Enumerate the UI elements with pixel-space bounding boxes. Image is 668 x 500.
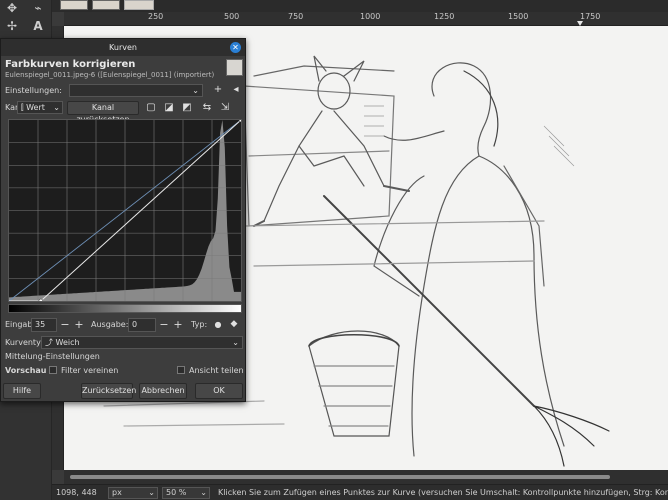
dialog-subheading: Eulenspiegel_0011.jpeg-6 ([Eulenspiegel_… [5,71,215,79]
reset-channel-button[interactable]: Kanal zurücksetzen [67,101,139,124]
presets-combo[interactable]: ⌄ [69,84,203,97]
ruler-label: 1750 [580,12,601,21]
move-icon[interactable]: ✢ [4,18,20,34]
image-tabs [52,0,668,12]
chevron-down-icon: ⌄ [148,488,155,497]
chevron-down-icon: ⌄ [232,338,239,347]
curve-graph [8,117,244,304]
scrollbar-thumb[interactable] [70,475,610,479]
merge-filter-checkbox[interactable] [49,366,57,374]
dialog-titlebar[interactable]: Kurven ✕ [1,39,245,56]
ruler-label: 1500 [508,12,529,21]
split-view-label: Ansicht teilen [189,366,244,375]
help-button[interactable]: Hilfe [3,383,41,399]
curve-linear-icon[interactable]: ◩ [180,101,194,115]
output-decrement-button[interactable]: − [158,318,170,332]
ruler-label: 250 [148,12,164,21]
curve-type-combo[interactable]: ⤴ Weich ⌄ [41,336,243,349]
curves-dialog: Kurven ✕ Farbkurven korrigieren Eulenspi… [0,38,246,402]
chevron-down-icon: ⌄ [200,488,207,497]
curve-type-value: Weich [55,338,80,347]
preset-menu-icon[interactable]: ◂ [229,83,243,97]
ruler-label: 500 [224,12,240,21]
input-decrement-button[interactable]: − [59,318,71,332]
zoom-value: 50 % [166,488,187,497]
horizontal-scrollbar[interactable] [64,470,668,484]
input-field[interactable]: 35 [31,318,57,332]
dialog-title: Kurven [109,43,137,52]
curve-editor[interactable] [8,117,244,304]
warp-transform-icon[interactable]: ✥ [4,0,20,16]
curve-control-point [38,298,44,304]
output-increment-button[interactable]: + [172,318,184,332]
ruler-label: 1000 [360,12,381,21]
split-view-checkbox[interactable] [177,366,185,374]
dialog-heading: Farbkurven korrigieren [5,59,136,70]
image-tab-1[interactable] [60,0,88,10]
smooth-point-icon[interactable]: ● [211,318,225,332]
adjust-icon[interactable]: ⇆ [200,101,214,115]
zoom-select[interactable]: 50 % ⌄ [162,487,210,499]
image-thumbnail [226,59,243,76]
log-histogram-icon[interactable]: ◪ [162,101,176,115]
picker-icon[interactable]: ⇲ [218,101,232,115]
chevron-down-icon: ⌄ [192,86,199,95]
status-bar: 1098, 448 px ⌄ 50 % ⌄ Klicken Sie zum Zufü… [52,484,668,500]
merge-filter-label: Filter vereinen [61,366,119,375]
cancel-button[interactable]: Abbrechen [139,383,187,399]
blending-options-expander[interactable]: Mittelung-Einstellungen [5,352,100,361]
channel-icon: ⫿ [21,103,24,112]
image-tab-2[interactable] [92,0,120,10]
ok-button[interactable]: OK [195,383,243,399]
ruler-label: 750 [288,12,304,21]
chevron-down-icon: ⌄ [53,103,60,112]
preview-label[interactable]: Vorschau [5,366,47,375]
image-tab-3[interactable] [124,0,154,10]
output-field[interactable]: 0 [128,318,156,332]
horizontal-ruler: 250 500 750 1000 1250 1500 1750 [64,12,668,26]
reset-button[interactable]: Zurücksetzen [81,383,136,399]
presets-label: Einstellungen: [5,86,62,95]
status-message: Klicken Sie zum Zufügen eines Punktes zu… [218,488,668,497]
linear-histogram-icon[interactable]: ▢ [144,101,158,115]
corner-point-icon[interactable]: ◆ [227,318,241,332]
unit-value: px [112,488,122,497]
pointer-coordinates: 1098, 448 [56,488,97,497]
input-increment-button[interactable]: + [73,318,85,332]
free-select-icon[interactable]: ⌁ [30,0,46,16]
close-icon[interactable]: ✕ [230,42,241,53]
output-label: Ausgabe: [91,320,129,329]
ruler-label: 1250 [434,12,455,21]
type-label: Typ: [191,320,208,329]
text-tool-icon[interactable]: A [30,18,46,34]
channel-value: Wert [26,103,45,112]
channel-combo[interactable]: ⫿ Wert ⌄ [17,101,63,114]
unit-select[interactable]: px ⌄ [108,487,158,499]
curve-smooth-icon: ⤴ [45,338,53,347]
add-preset-icon[interactable]: + [211,83,225,97]
input-gradient-bar [8,304,242,313]
